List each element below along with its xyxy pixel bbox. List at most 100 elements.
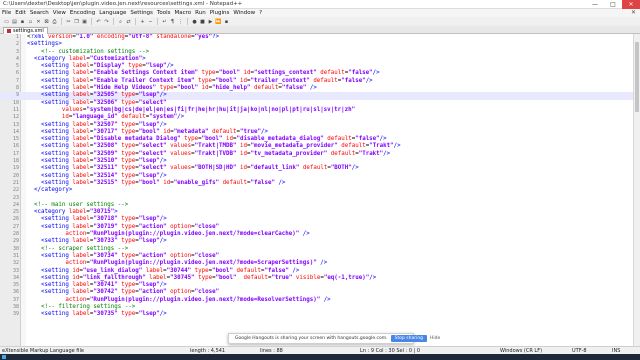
close-document-icon[interactable]: ✕ [631,9,636,16]
code-token: label [72,143,90,150]
menu-help[interactable]: ? [259,10,266,16]
close-button[interactable]: ✕ [622,0,640,9]
code-line[interactable]: 33 <setting id="use_link_dialog" label="… [0,268,633,275]
close-file-icon[interactable]: ✕ [35,18,42,25]
code-token: "RunPlugin(plugin://plugin.video.jen.nex… [89,260,317,267]
code-line[interactable]: 27 <setting label="30719" type="action" … [0,224,633,231]
code-line[interactable]: 9 <setting label="32505" type="lsep"/> [0,92,633,100]
code-line[interactable]: 36 <setting label="30742" type="action" … [0,289,633,296]
menu-bar: File Edit Search View Encoding Language Settin… [0,9,640,17]
menu-run[interactable]: Run [195,10,210,16]
code-line[interactable]: 32 action="RunPlugin(plugin://plugin.vid… [0,260,633,267]
code-token: <!-- filtering settings --> [40,303,136,310]
word-wrap-icon[interactable]: ↵ [161,18,168,25]
code-line[interactable]: 34 <setting id="link_fallthrough" label=… [0,275,633,282]
menu-language[interactable]: Language [99,10,130,16]
code-line[interactable]: 16 <setting label="32508" type="select" … [0,143,633,150]
indent-guide-icon[interactable]: ⋮ [177,18,184,25]
code-token: type [121,311,136,318]
hide-button[interactable]: Hide [430,336,440,341]
code-line[interactable]: 19 <setting label="32511" type="select" … [0,165,633,172]
code-token: "30735" [93,311,118,318]
code-line[interactable]: 13 <setting label="32507" type="lsep"/> [0,122,633,129]
code-line[interactable]: 2 <settings> [0,41,633,48]
maximize-button[interactable]: □ [604,0,622,9]
menu-plugins[interactable]: Plugins [210,10,234,16]
code-line[interactable]: 11 values="system|bg|cs|de|el|en|es|fi|f… [0,107,633,114]
stop-macro-icon[interactable]: ■ [199,18,206,25]
paste-icon[interactable]: ▣ [81,18,88,25]
save-all-icon[interactable]: ▫ [27,18,34,25]
code-token: "false" [281,85,307,92]
code-line[interactable]: 37 action="RunPlugin(plugin://plugin.vid… [0,297,633,304]
code-editor[interactable]: 1 <?xml version="1.0" encoding="utf-8" st… [0,34,633,346]
code-line[interactable]: 35 <setting label="30741" type="lsep"/> [0,282,633,289]
menu-macro[interactable]: Macro [174,10,195,16]
code-line[interactable]: 29 <setting label="30733" type="lsep"/> [0,238,633,245]
menu-window[interactable]: Window [233,10,259,16]
save-macro-icon[interactable]: ▪ [223,18,230,25]
menu-encoding[interactable]: Encoding [70,10,99,16]
menu-file[interactable]: File [2,10,15,16]
tab-settings-xml[interactable]: settings.xml [3,27,48,34]
menu-tools[interactable]: Tools [157,10,175,16]
code-line[interactable]: 20 <setting label="32514" type="lsep"/> [0,173,633,180]
replace-icon[interactable]: ⇄ [125,18,132,25]
zoom-in-icon[interactable]: + [139,18,146,25]
zoom-out-icon[interactable]: − [147,18,154,25]
code-line[interactable]: 28 action="RunPlugin(plugin://plugin.vid… [0,231,633,238]
code-line[interactable]: 6 <setting label="Enable Settings Contex… [0,70,633,77]
code-line[interactable]: 4 <category label="Customization"> [0,56,633,63]
code-line[interactable]: 17 <setting label="32509" type="select" … [0,151,633,158]
scrollbar-thumb[interactable] [635,42,639,112]
code-token: label [72,77,90,84]
code-token: "trailer_context" [250,77,310,84]
find-icon[interactable]: ⌕ [117,18,124,25]
line-number: 15 [12,136,19,143]
menu-edit[interactable]: Edit [15,10,30,16]
menu-view[interactable]: View [53,10,70,16]
menu-search[interactable]: Search [30,10,53,16]
code-line[interactable]: 21 <setting label="32515" type="bool" id… [0,180,633,187]
run-macro-multiple-icon[interactable]: ⏩ [215,18,222,25]
code-line[interactable]: 8 <setting label="Hide Help Videos" type… [0,85,633,92]
copy-icon[interactable]: ❐ [73,18,80,25]
play-macro-icon[interactable]: ▶ [207,18,214,25]
code-line[interactable]: 3 <!-- customization settings --> [0,49,633,56]
code-line[interactable]: 26 <setting label="30718" type="lsep"/> [0,216,633,223]
code-line[interactable]: 23 [0,195,633,202]
stop-sharing-button[interactable]: Stop sharing [390,335,428,342]
redo-icon[interactable]: ↷ [103,18,110,25]
show-all-characters-icon[interactable]: ¶ [169,18,176,25]
code-token: <setting [40,238,69,245]
code-line[interactable]: 7 <setting label="Enable Trailer Context… [0,78,633,85]
code-line[interactable]: 14 <setting label="30717" type="bool" id… [0,129,633,136]
code-line[interactable]: 25 <category label="30715"> [0,209,633,216]
code-line[interactable]: 30 <!-- scraper settings --> [0,246,633,253]
code-line[interactable]: 12 id="language_id" default="system"/> [0,114,633,121]
code-token: values [170,143,192,150]
code-line[interactable]: 18 <setting label="32510" type="lsep"/> [0,158,633,165]
line-number: 16 [12,143,19,150]
cut-icon[interactable]: ✂ [65,18,72,25]
code-line[interactable]: 1 <?xml version="1.0" encoding="utf-8" st… [0,34,633,41]
vertical-scrollbar[interactable] [633,34,640,346]
code-line[interactable]: 15 <setting label="Disable metadata Dial… [0,136,633,143]
code-line[interactable]: 10 <setting label="32506" type="select" [0,100,633,107]
start-button-icon[interactable] [2,355,6,359]
record-macro-icon[interactable]: ● [191,18,198,25]
open-file-icon[interactable]: ▤ [11,18,18,25]
menu-settings[interactable]: Settings [130,10,157,16]
minimize-button[interactable]: — [586,0,604,9]
code-line[interactable]: 22 </category> [0,187,633,194]
close-all-icon[interactable]: ⊠ [43,18,50,25]
code-line[interactable]: 5 <setting label="Display" type="lsep"/> [0,63,633,70]
save-icon[interactable]: ▪ [19,18,26,25]
print-icon[interactable]: ⎙ [51,18,58,25]
code-line[interactable]: 24 <!-- main user settings --> [0,202,633,209]
code-line[interactable]: 38 <!-- filtering settings --> [0,304,633,311]
new-file-icon[interactable]: ▭ [3,18,10,25]
undo-icon[interactable]: ↶ [95,18,102,25]
code-line[interactable]: 39 <setting label="30735" type="lsep"/> [0,311,633,318]
